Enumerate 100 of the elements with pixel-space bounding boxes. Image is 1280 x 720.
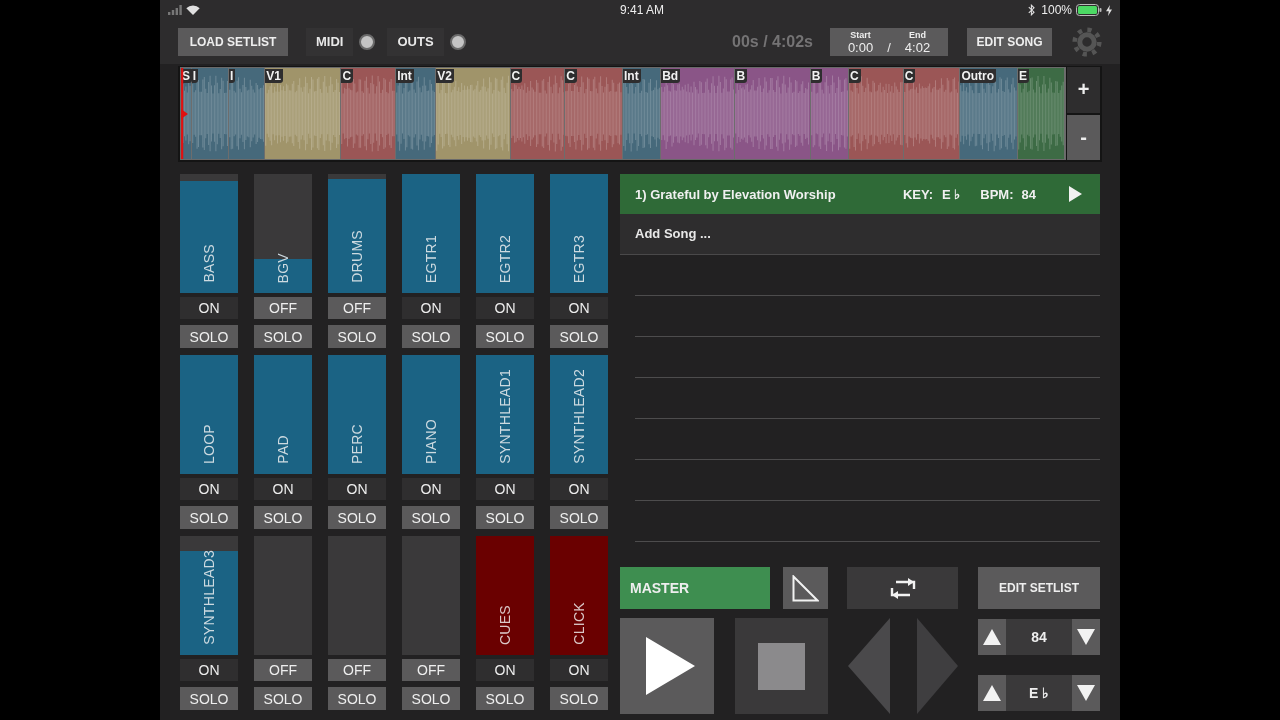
- fader-track[interactable]: EGTR1: [402, 174, 460, 293]
- solo-button[interactable]: SOLO: [180, 687, 238, 710]
- loop-button[interactable]: [847, 567, 958, 609]
- on-off-button[interactable]: ON: [402, 478, 460, 500]
- on-off-button[interactable]: ON: [550, 297, 608, 319]
- fader-track[interactable]: DRUMS: [328, 174, 386, 293]
- on-off-button[interactable]: OFF: [254, 659, 312, 681]
- range-value: 0:00: [847, 39, 874, 55]
- song-section[interactable]: V2: [436, 68, 511, 159]
- fader-track[interactable]: CLICK: [550, 536, 608, 655]
- solo-button[interactable]: SOLO: [180, 325, 238, 348]
- solo-button[interactable]: SOLO: [550, 325, 608, 348]
- solo-button[interactable]: SOLO: [402, 506, 460, 529]
- edit-song-button[interactable]: EDIT SONG: [967, 28, 1052, 56]
- solo-button[interactable]: SOLO: [476, 325, 534, 348]
- bluetooth-icon: [1028, 4, 1036, 16]
- solo-button[interactable]: SOLO: [254, 325, 312, 348]
- fader-track[interactable]: [254, 536, 312, 655]
- channel-label: EGTR2: [496, 234, 514, 283]
- increment-button[interactable]: [978, 675, 1006, 711]
- fader-track[interactable]: BGV: [254, 174, 312, 293]
- solo-button[interactable]: SOLO: [550, 506, 608, 529]
- solo-button[interactable]: SOLO: [180, 506, 238, 529]
- song-section[interactable]: B: [735, 68, 811, 159]
- section-label: B: [735, 69, 748, 83]
- song-section[interactable]: V1: [265, 68, 342, 159]
- song-section[interactable]: B: [810, 68, 849, 159]
- on-off-button[interactable]: ON: [180, 659, 238, 681]
- solo-button[interactable]: SOLO: [476, 506, 534, 529]
- key-value: E ♭: [942, 186, 961, 202]
- solo-button[interactable]: SOLO: [550, 687, 608, 710]
- on-off-button[interactable]: ON: [180, 297, 238, 319]
- indicator-icon[interactable]: [449, 34, 466, 50]
- song-section[interactable]: C: [903, 68, 961, 159]
- on-off-button[interactable]: OFF: [254, 297, 312, 319]
- bpm-value: 84: [1021, 186, 1036, 202]
- fader-track[interactable]: CUES: [476, 536, 534, 655]
- fade-button[interactable]: [783, 567, 828, 609]
- on-off-button[interactable]: ON: [550, 659, 608, 681]
- zoom-out-button[interactable]: -: [1067, 114, 1100, 160]
- on-off-button[interactable]: OFF: [328, 297, 386, 319]
- time-range-panel[interactable]: Start 0:00 / End 4:02: [830, 28, 948, 56]
- edit-setlist-button[interactable]: EDIT SETLIST: [978, 567, 1100, 609]
- song-section[interactable]: Bd: [661, 68, 736, 159]
- song-section[interactable]: Int: [396, 68, 437, 159]
- section-label: V2: [436, 69, 454, 83]
- song-section[interactable]: I: [228, 68, 266, 159]
- fader-track[interactable]: BASS: [180, 174, 238, 293]
- play-button[interactable]: [620, 618, 714, 714]
- decrement-button[interactable]: [1072, 619, 1100, 655]
- solo-button[interactable]: SOLO: [254, 506, 312, 529]
- solo-button[interactable]: SOLO: [328, 506, 386, 529]
- fader-track[interactable]: SYNTHLEAD1: [476, 355, 534, 474]
- on-off-button[interactable]: ON: [328, 478, 386, 500]
- indicator-icon[interactable]: [359, 34, 376, 50]
- on-off-button[interactable]: OFF: [402, 659, 460, 681]
- solo-button[interactable]: SOLO: [254, 687, 312, 710]
- fader-track[interactable]: EGTR2: [476, 174, 534, 293]
- fader-track[interactable]: [402, 536, 460, 655]
- fader-track[interactable]: PAD: [254, 355, 312, 474]
- on-off-button[interactable]: ON: [402, 297, 460, 319]
- song-section[interactable]: C: [565, 68, 624, 159]
- fader-track[interactable]: SYNTHLEAD3: [180, 536, 238, 655]
- solo-button[interactable]: SOLO: [328, 687, 386, 710]
- master-button[interactable]: MASTER: [620, 567, 770, 609]
- song-row[interactable]: 1) Grateful by Elevation Worship KEY: E ♭ BPM: 84: [620, 174, 1100, 214]
- on-off-button[interactable]: ON: [476, 478, 534, 500]
- increment-button[interactable]: [978, 619, 1006, 655]
- triangle-up-icon: [983, 685, 1001, 701]
- solo-button[interactable]: SOLO: [402, 687, 460, 710]
- solo-button[interactable]: SOLO: [402, 325, 460, 348]
- solo-button[interactable]: SOLO: [476, 687, 534, 710]
- status-time: 9:41 AM: [620, 3, 664, 17]
- song-section[interactable]: Outro: [960, 68, 1019, 159]
- on-off-button[interactable]: ON: [180, 478, 238, 500]
- on-off-button[interactable]: ON: [254, 478, 312, 500]
- fader-track[interactable]: [328, 536, 386, 655]
- on-off-button[interactable]: ON: [550, 478, 608, 500]
- decrement-button[interactable]: [1072, 675, 1100, 711]
- song-section[interactable]: E: [1018, 68, 1065, 159]
- triangle-up-icon: [983, 629, 1001, 645]
- channel-label: PAD: [274, 435, 292, 464]
- on-off-button[interactable]: ON: [476, 297, 534, 319]
- fader-track[interactable]: LOOP: [180, 355, 238, 474]
- stop-button[interactable]: [735, 618, 828, 714]
- zoom-in-button[interactable]: +: [1067, 67, 1100, 113]
- on-off-button[interactable]: ON: [476, 659, 534, 681]
- solo-button[interactable]: SOLO: [328, 325, 386, 348]
- load-setlist-button[interactable]: LOAD SETLIST: [178, 28, 288, 56]
- song-section[interactable]: C: [341, 68, 397, 159]
- song-section[interactable]: C: [510, 68, 566, 159]
- play-icon[interactable]: [1069, 186, 1082, 202]
- fader-track[interactable]: SYNTHLEAD2: [550, 355, 608, 474]
- song-section[interactable]: C: [848, 68, 904, 159]
- add-song-item[interactable]: Add Song ...: [620, 214, 1100, 255]
- on-off-button[interactable]: OFF: [328, 659, 386, 681]
- fader-track[interactable]: PERC: [328, 355, 386, 474]
- song-section[interactable]: Int: [623, 68, 662, 159]
- fader-track[interactable]: PIANO: [402, 355, 460, 474]
- fader-track[interactable]: EGTR3: [550, 174, 608, 293]
